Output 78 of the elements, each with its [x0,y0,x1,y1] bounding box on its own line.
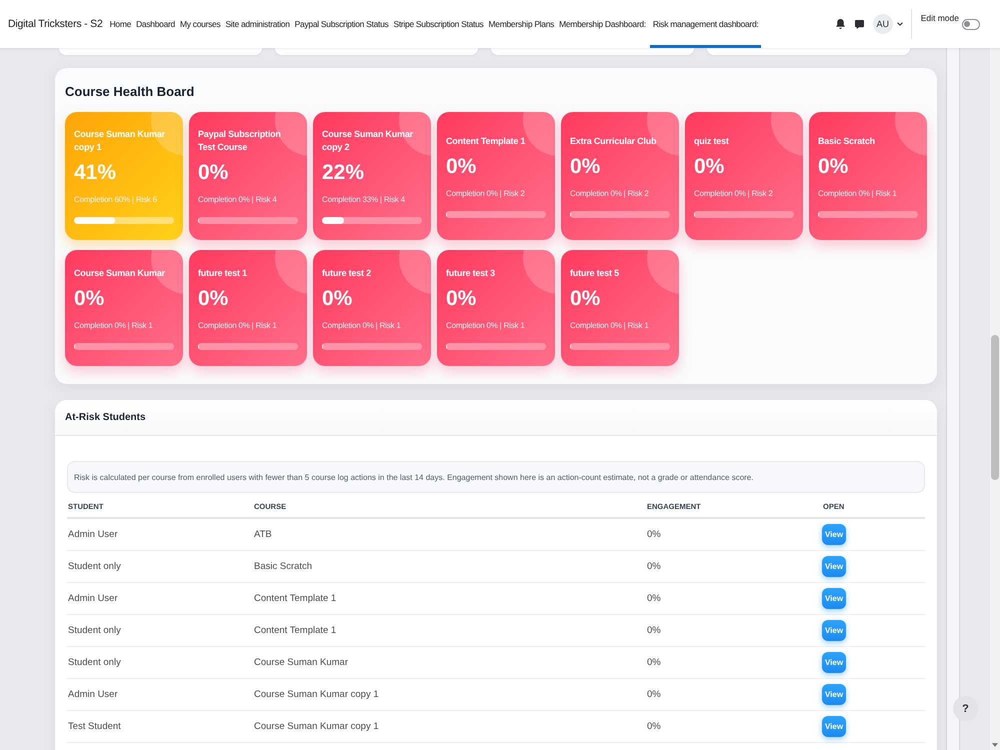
course-title: Basic Scratch [818,134,876,148]
table-cell: 0% [646,529,661,540]
course-title: Course Suman Kumar [74,266,166,280]
table-cell: Admin User [67,689,118,700]
completion-percent: 0% [322,286,354,312]
table-cell: Student only [67,657,121,668]
section-title: Course Health Board [65,84,196,100]
table-cell: Content Template 1 [253,593,336,604]
course-title: future test 1 [198,266,248,280]
help-button[interactable]: ? [953,696,978,721]
nav-link[interactable]: My courses [178,0,222,48]
speech-bubble-icon[interactable] [854,20,864,28]
table-cell: 0% [646,689,661,700]
nav-link[interactable]: Membership Plans [487,0,556,48]
edit-mode-label: Edit mode [920,13,959,23]
completion-percent: 0% [198,286,230,312]
completion-detail: Completion 0% | Risk 1 [570,320,650,332]
completion-detail: Completion 0% | Risk 1 [198,320,278,332]
completion-detail: Completion 33% | Risk 4 [322,194,406,206]
nav-link[interactable]: Site administration [224,0,291,48]
completion-detail: Completion 0% | Risk 1 [74,320,154,332]
table-cell: Student only [67,561,121,572]
scrollbar-thumb[interactable] [991,335,999,480]
scroll-down-icon[interactable] [992,743,998,747]
table-cell: Admin User [67,529,118,540]
completion-detail: Completion 0% | Risk 4 [198,194,278,206]
course-title: Course Suman Kumar copy 2 [322,128,414,154]
caret-icon[interactable] [896,22,903,26]
site-name[interactable]: Digital Tricksters - S2 [8,0,103,48]
completion-percent: 0% [446,286,478,312]
table-cell: Test Student [67,721,121,732]
table-cell: Course Suman Kumar copy 1 [253,689,379,700]
table-cell: 0% [646,561,661,572]
nav-link[interactable]: Paypal Subscription Status [294,0,390,48]
avatar-button[interactable]: AU [872,14,893,34]
course-title: Course Suman Kumar copy 1 [74,128,166,154]
course-title: future test 2 [322,266,372,280]
completion-detail: Completion 0% | Risk 2 [446,188,526,200]
completion-detail: Completion 0% | Risk 2 [570,188,650,200]
course-title: future test 3 [446,266,496,280]
table-cell: Course Suman Kumar [253,657,348,668]
table-cell: Content Template 1 [253,625,336,636]
course-title: Extra Curricular Club [570,134,658,148]
table-cell: Student only [67,625,121,636]
table-cell: 0% [646,593,661,604]
table-cell: 0% [646,657,661,668]
completion-detail: Completion 0% | Risk 2 [694,188,774,200]
completion-percent: 0% [570,154,602,180]
nav-link[interactable]: Stripe Subscription Status [392,0,484,48]
course-title: Content Template 1 [446,134,526,148]
table-cell: Admin User [67,593,118,604]
nav-link[interactable]: Dashboard [135,0,176,48]
completion-detail: Completion 0% | Risk 1 [818,188,898,200]
table-cell: 0% [646,625,661,636]
completion-percent: 0% [694,154,726,180]
completion-detail: Completion 0% | Risk 1 [322,320,402,332]
course-title: quiz test [694,134,730,148]
completion-percent: 0% [570,286,602,312]
completion-detail: Completion 60% | Risk 6 [74,194,158,206]
completion-percent: 0% [818,154,850,180]
table-cell: Course Suman Kumar copy 1 [253,721,379,732]
table-cell: 0% [646,721,661,732]
bell-icon[interactable] [836,19,845,29]
completion-percent: 22% [322,160,366,186]
nav-link[interactable]: Membership Dashboard: [558,0,647,48]
course-title: future test 5 [570,266,620,280]
completion-percent: 0% [446,154,478,180]
course-title: Paypal Subscription Test Course [198,128,282,154]
completion-percent: 0% [198,160,230,186]
info-note: Risk is calculated per course from enrolled users with fewer than 5 course log actions in the last 14 days. Engagement shown here is an action-count estimate, not a grade or attendance score. [67,461,925,493]
completion-percent: 0% [74,286,106,312]
table-cell: ATB [253,529,272,540]
section-title: At-Risk Students [65,412,146,423]
edit-mode-toggle[interactable] [962,18,980,30]
completion-detail: Completion 0% | Risk 1 [446,320,526,332]
nav-link[interactable]: Home [108,0,132,48]
table-cell: Basic Scratch [253,561,312,572]
completion-percent: 41% [74,160,118,186]
